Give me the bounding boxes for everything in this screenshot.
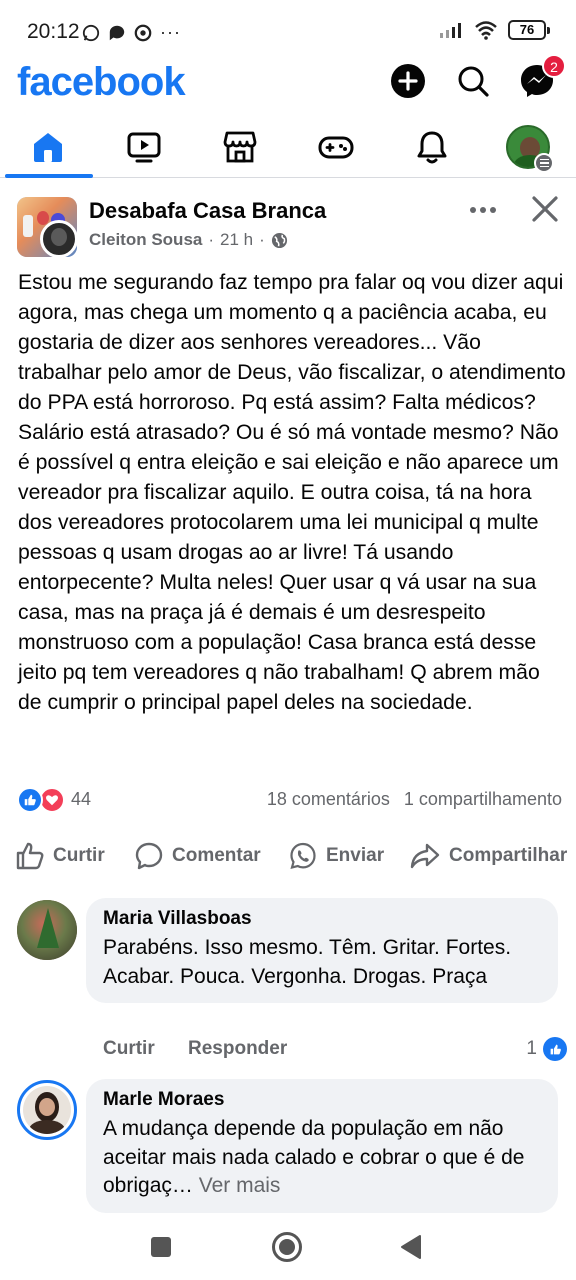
reaction-count: 44 (71, 789, 92, 809)
tab-menu[interactable] (500, 124, 556, 173)
shares-count[interactable]: 1 compartilhamento (404, 789, 562, 810)
like-label: Curtir (53, 845, 105, 866)
gamepad-icon (318, 136, 354, 159)
like-reaction-icon (17, 787, 43, 813)
see-more-link[interactable]: Ver mais (199, 1174, 281, 1197)
author-avatar[interactable] (40, 220, 78, 258)
recents-button[interactable] (144, 1230, 178, 1264)
messenger-button[interactable]: 2 (518, 54, 566, 100)
commenter-name[interactable]: Maria Villasboas (103, 908, 541, 930)
create-button[interactable] (389, 62, 427, 100)
tab-gaming[interactable] (308, 124, 364, 170)
post-close-button[interactable] (530, 194, 564, 228)
comment-bubble[interactable]: Marle Moraes A mudança depende da popula… (86, 1079, 558, 1213)
comment-reply-button[interactable]: Responder (188, 1038, 287, 1060)
engagement-counts: 18 comentários 1 compartilhamento (267, 789, 562, 810)
status-time: 20:12 (27, 20, 80, 43)
post-header: Desabafa Casa Branca Cleiton Sousa · 21 … (0, 190, 576, 260)
comments-count[interactable]: 18 comentários (267, 789, 390, 810)
tab-bar (0, 116, 576, 178)
square-icon (151, 1237, 171, 1257)
thumbs-up-icon (16, 842, 44, 870)
send-button[interactable]: Enviar (288, 838, 384, 874)
comment-bubble[interactable]: Maria Villasboas Parabéns. Isso mesmo. T… (86, 898, 558, 1003)
whatsapp-icon (82, 24, 100, 41)
meta-separator: · (259, 230, 265, 249)
comment-like-count: 1 (526, 1038, 537, 1059)
plus-icon (391, 64, 425, 98)
bell-icon (417, 131, 447, 164)
commenter-avatar[interactable] (17, 900, 77, 960)
close-icon (532, 196, 558, 222)
send-label: Enviar (326, 845, 385, 866)
search-button[interactable] (454, 62, 492, 100)
home-icon (34, 133, 62, 162)
chat-bubble-icon (109, 25, 125, 40)
comment-actions: Curtir Responder 1 (103, 1037, 567, 1064)
signal-icon (440, 23, 461, 38)
status-system-icons: 76 (438, 20, 550, 40)
store-icon (223, 131, 257, 163)
like-button[interactable]: Curtir (15, 838, 105, 874)
group-name[interactable]: Desabafa Casa Branca (89, 198, 326, 224)
search-icon (458, 66, 489, 97)
comment-text: Parabéns. Isso mesmo. Têm. Gritar. Forte… (103, 936, 512, 988)
battery-icon: 76 (508, 20, 550, 40)
commenter-avatar[interactable] (17, 1080, 77, 1140)
share-icon (410, 843, 440, 869)
reaction-icons (17, 787, 65, 813)
post-meta: Cleiton Sousa · 21 h · (89, 230, 288, 250)
wifi-icon (475, 21, 497, 40)
post-author[interactable]: Cleiton Sousa (89, 230, 202, 250)
app-header: facebook 2 (0, 54, 576, 108)
comment-icon (135, 842, 163, 870)
tab-marketplace[interactable] (212, 124, 268, 170)
post-more-button[interactable] (466, 196, 500, 226)
tab-watch[interactable] (116, 124, 172, 170)
active-tab-indicator (5, 174, 93, 178)
status-bar: 20:12 ··· 76 (0, 0, 576, 60)
share-label: Compartilhar (449, 845, 568, 866)
back-button[interactable] (394, 1230, 428, 1264)
tab-home[interactable] (20, 124, 76, 170)
comment-text: A mudança depende da população em não ac… (103, 1115, 541, 1201)
video-icon (127, 132, 161, 163)
back-triangle-icon (401, 1235, 421, 1259)
meta-separator: · (208, 230, 215, 249)
comment-button[interactable]: Comentar (134, 838, 261, 874)
reactions-summary[interactable]: 44 18 comentários 1 compartilhamento (17, 786, 562, 814)
profile-menu-icon (506, 125, 554, 173)
status-notification-icons: ··· (82, 22, 181, 43)
more-icon (470, 207, 496, 213)
system-nav-bar (0, 1214, 576, 1280)
comment-label: Comentar (172, 845, 261, 866)
messenger-badge: 2 (542, 54, 566, 78)
facebook-logo[interactable]: facebook (17, 60, 186, 105)
tab-notifications[interactable] (404, 124, 460, 170)
circle-icon (272, 1232, 302, 1262)
comment-text-body: A mudança depende da população em não ac… (103, 1117, 525, 1197)
share-button[interactable]: Compartilhar (409, 838, 567, 874)
commenter-name[interactable]: Marle Moraes (103, 1089, 541, 1111)
chrome-icon (134, 24, 152, 41)
home-nav-button[interactable] (270, 1230, 304, 1264)
globe-icon (271, 232, 287, 248)
post-time[interactable]: 21 h (220, 230, 253, 250)
post-text: Estou me segurando faz tempo pra falar o… (18, 271, 566, 714)
comment-like-button[interactable]: Curtir (103, 1038, 155, 1060)
more-notifications-icon: ··· (160, 22, 181, 42)
whatsapp-send-icon (290, 842, 316, 870)
comment-like-reaction-icon (543, 1037, 567, 1061)
post-action-bar: Curtir Comentar Enviar Compartilhar (0, 834, 576, 878)
